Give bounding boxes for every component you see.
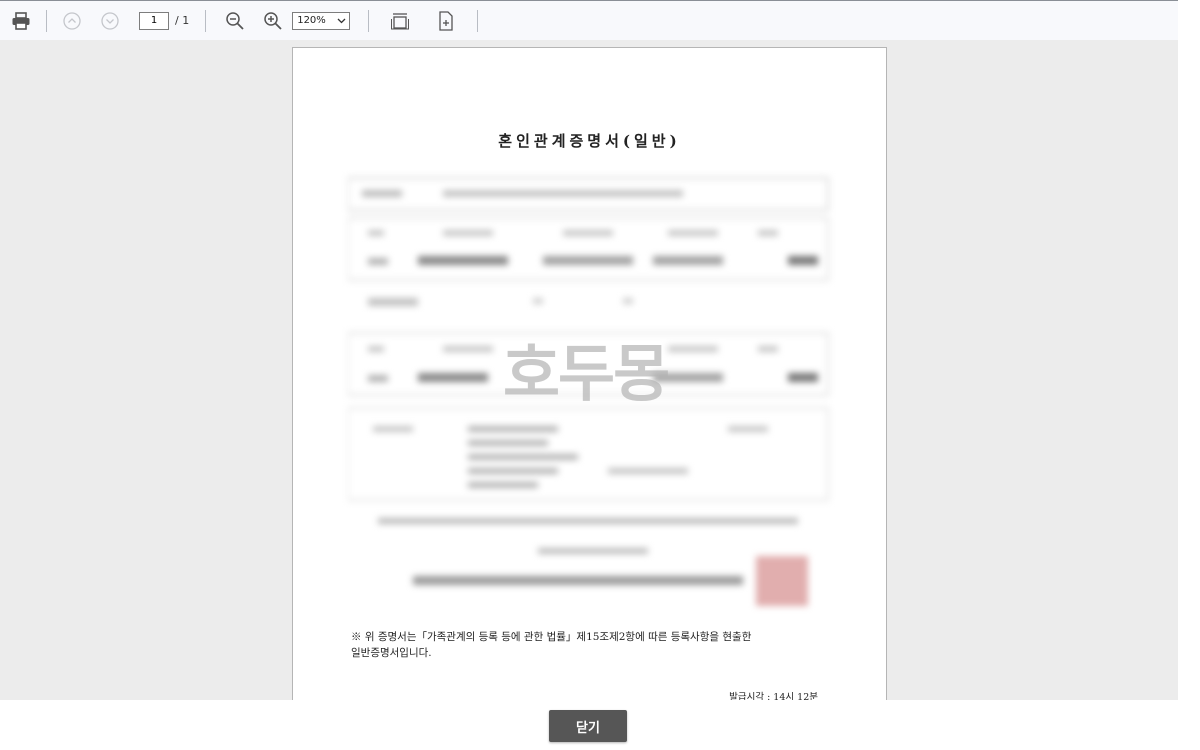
chevron-down-icon [337,18,346,23]
document-viewer: 혼인관계증명서(일반) 호두몽 ※ 위 증명서는「가족관계의 등록 등에 관한 … [0,40,1178,700]
toolbar-separator [368,9,370,32]
zoom-level-value: 120% [297,15,326,26]
fit-width-button[interactable] [385,6,415,36]
fit-width-icon [391,12,410,29]
certificate-notice: ※ 위 증명서는「가족관계의 등록 등에 관한 법률」제15조제2항에 따른 등… [351,629,821,661]
document-title: 혼인관계증명서(일반) [498,132,681,150]
previous-page-button[interactable] [57,6,87,36]
zoom-out-icon [226,11,244,30]
document-page: 혼인관계증명서(일반) 호두몽 ※ 위 증명서는「가족관계의 등록 등에 관한 … [292,47,887,700]
watermark: 호두몽 [503,337,670,410]
toolbar-separator [477,9,479,32]
print-button[interactable] [6,6,36,36]
zoom-level-select[interactable]: 120% [292,11,351,30]
page-total-label: / 1 [175,14,190,27]
zoom-in-button[interactable] [258,6,288,36]
issue-time: 발급시각 : 14시 12분 [729,692,818,700]
zoom-out-button[interactable] [220,6,250,36]
close-button[interactable]: 닫기 [549,710,627,742]
notice-line: ※ 위 증명서는「가족관계의 등록 등에 관한 법률」제15조제2항에 따른 등… [351,631,752,643]
pdf-toolbar: / 1 120% [0,0,1178,40]
fit-page-button[interactable] [431,6,461,36]
next-page-icon [101,11,119,30]
notice-line: 일반증명서입니다. [351,647,432,659]
previous-page-icon [63,11,81,30]
next-page-button[interactable] [95,6,125,36]
toolbar-separator [205,9,207,32]
viewer-scrollbar[interactable] [1178,0,1200,700]
toolbar-separator [46,9,47,32]
page-number-input[interactable] [139,11,169,30]
print-icon [12,11,30,30]
fit-page-icon [439,10,453,31]
zoom-in-icon [264,11,282,30]
